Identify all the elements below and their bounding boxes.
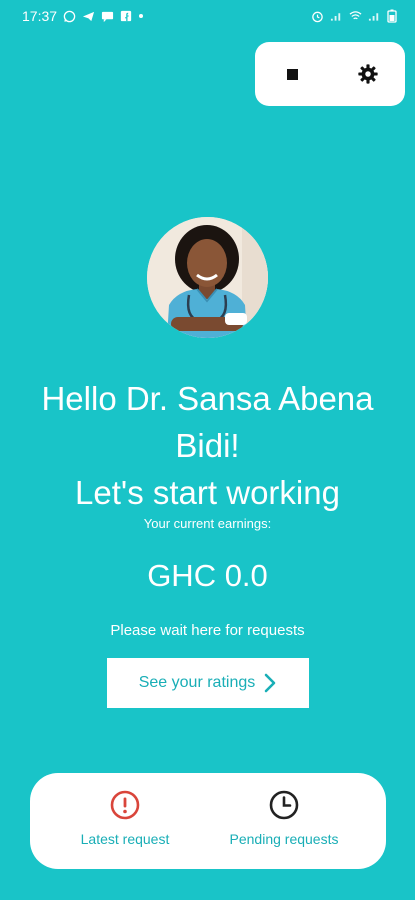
doctor-portrait: [147, 217, 268, 338]
see-ratings-label: See your ratings: [138, 674, 256, 691]
stop-button[interactable]: [275, 56, 311, 92]
latest-request-tab[interactable]: Latest request: [50, 773, 200, 869]
signal-icon: [368, 13, 379, 21]
clock-icon: [269, 790, 299, 820]
greeting-line: Hello Dr. Sansa Abena: [41, 380, 374, 417]
pending-requests-tab[interactable]: Pending requests: [204, 773, 364, 869]
wait-message: Please wait here for requests: [110, 622, 305, 639]
dot-icon: [139, 14, 144, 18]
pending-requests-label: Pending requests: [229, 831, 339, 847]
see-ratings-button[interactable]: See your ratings: [107, 658, 309, 708]
message-icon: [101, 11, 114, 22]
status-left: 17:37: [22, 8, 144, 24]
status-time: 17:37: [22, 8, 58, 24]
signal-icon: [330, 13, 341, 21]
greeting-line: Let's start working: [75, 474, 340, 511]
avatar: [147, 217, 268, 338]
chevron-right-icon: [264, 673, 276, 693]
greeting-line: Bidi!: [175, 427, 240, 464]
alert-circle-icon: [110, 790, 140, 820]
alarm-icon: [312, 11, 323, 22]
earnings-label: Your current earnings:: [143, 516, 272, 531]
status-bar: 17:37: [0, 0, 415, 32]
latest-request-label: Latest request: [80, 831, 170, 847]
wifi-icon: [349, 11, 362, 20]
settings-button[interactable]: [350, 56, 386, 92]
telegram-icon: [82, 11, 95, 21]
stop-icon: [287, 68, 298, 80]
top-action-card: [255, 42, 405, 106]
gear-icon: [357, 64, 378, 84]
facebook-icon: [120, 10, 132, 22]
whatsapp-icon: [63, 10, 76, 22]
battery-icon: [387, 9, 397, 23]
earnings-value: GHC 0.0: [147, 558, 268, 593]
greeting-heading: Hello Dr. Sansa Abena Bidi! Let's start …: [0, 375, 415, 516]
status-right: [311, 9, 397, 23]
bottom-nav: Latest request Pending requests: [30, 773, 386, 869]
